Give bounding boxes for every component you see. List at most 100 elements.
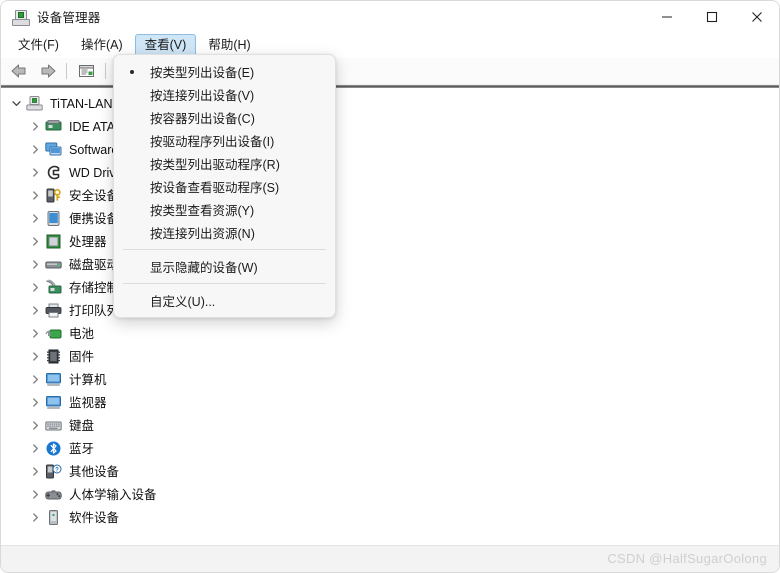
menu-option-show-hidden-devices[interactable]: 显示隐藏的设备(W): [114, 255, 335, 278]
minimize-button[interactable]: [644, 1, 689, 32]
menu-option-label: 按连接列出资源(N): [150, 227, 255, 241]
hid-icon: [45, 486, 62, 503]
device-manager-window: 设备管理器 文件(F) 操作(A) 查看(V) 帮助(H) TiTAN-LAN …: [0, 0, 780, 573]
chevron-right-icon[interactable]: [28, 414, 43, 437]
tree-item-other-device[interactable]: ? 其他设备: [1, 460, 779, 483]
menu-option-label: 按设备查看驱动程序(S): [150, 181, 280, 195]
status-bar: [1, 545, 779, 572]
menu-option-list-by-connection[interactable]: 按连接列出设备(V): [114, 83, 335, 106]
tree-item-keyboard[interactable]: 键盘: [1, 414, 779, 437]
tree-item-label: 监视器: [69, 395, 107, 410]
other-device-icon: ?: [45, 463, 62, 480]
menu-option-label: 自定义(U)...: [150, 295, 216, 309]
storage-controller-icon: [45, 279, 62, 296]
chevron-right-icon[interactable]: [28, 460, 43, 483]
minimize-icon: [661, 15, 672, 18]
chevron-right-icon[interactable]: [28, 322, 43, 345]
menu-option-list-by-container[interactable]: 按容器列出设备(C): [114, 106, 335, 129]
close-button[interactable]: [734, 1, 779, 32]
properties-button[interactable]: [73, 60, 99, 82]
portable-device-icon: [45, 210, 62, 227]
print-queue-icon: [45, 302, 62, 319]
tree-item-label: 电池: [69, 326, 95, 341]
security-device-icon: [45, 187, 62, 204]
tree-item-label: 软件设备: [69, 510, 120, 525]
computer-root-icon: [26, 95, 43, 112]
ide-ata-icon: [45, 118, 62, 135]
chevron-right-icon[interactable]: [28, 299, 43, 322]
tree-item-software-device[interactable]: 软件设备: [1, 506, 779, 529]
chevron-right-icon[interactable]: [28, 184, 43, 207]
menu-option-label: 按类型查看资源(Y): [150, 204, 255, 218]
tree-item-label: 计算机: [69, 372, 107, 387]
firmware-icon: [45, 348, 62, 365]
chevron-right-icon[interactable]: [28, 391, 43, 414]
tree-item-label: IDE ATA/: [69, 119, 119, 134]
menu-separator-1: [123, 249, 326, 250]
tree-item-label: Software: [69, 142, 119, 157]
tree-item-hid[interactable]: 人体学输入设备: [1, 483, 779, 506]
chevron-right-icon[interactable]: [28, 253, 43, 276]
maximize-icon: [706, 11, 717, 22]
svg-text:?: ?: [55, 467, 59, 473]
menu-separator-2: [123, 283, 326, 284]
chevron-right-icon[interactable]: [28, 207, 43, 230]
title-bar-left: 设备管理器: [1, 7, 644, 26]
tree-item-monitor[interactable]: 监视器: [1, 391, 779, 414]
chevron-right-icon[interactable]: [28, 161, 43, 184]
tree-item-label: 安全设备: [69, 188, 120, 203]
tree-item-firmware[interactable]: 固件: [1, 345, 779, 368]
chevron-right-icon[interactable]: [28, 276, 43, 299]
device-manager-icon: [12, 9, 30, 26]
menu-option-resources-by-connection[interactable]: 按连接列出资源(N): [114, 221, 335, 244]
tree-item-label: 磁盘驱动: [69, 257, 120, 272]
tree-item-label: 其他设备: [69, 464, 120, 479]
menu-option-drivers-by-type[interactable]: 按类型列出驱动程序(R): [114, 152, 335, 175]
menu-option-resources-by-type[interactable]: 按类型查看资源(Y): [114, 198, 335, 221]
chevron-right-icon[interactable]: [28, 115, 43, 138]
forward-button[interactable]: [34, 60, 60, 82]
tree-item-computer[interactable]: 计算机: [1, 368, 779, 391]
tree-item-label: 处理器: [69, 234, 107, 249]
menu-file[interactable]: 文件(F): [8, 34, 69, 57]
view-dropdown-menu: 按类型列出设备(E) 按连接列出设备(V) 按容器列出设备(C) 按驱动程序列出…: [113, 54, 336, 318]
maximize-button[interactable]: [689, 1, 734, 32]
menu-option-label: 按驱动程序列出设备(I): [150, 135, 275, 149]
back-button[interactable]: [6, 60, 32, 82]
chevron-right-icon[interactable]: [28, 345, 43, 368]
tree-item-label: 键盘: [69, 418, 95, 433]
wd-drive-icon: [45, 164, 62, 181]
close-icon: [751, 11, 762, 22]
tree-item-label: 蓝牙: [69, 441, 95, 456]
toolbar-separator-2: [105, 63, 106, 79]
menu-option-customize[interactable]: 自定义(U)...: [114, 289, 335, 312]
window-title: 设备管理器: [37, 11, 101, 25]
tree-item-battery[interactable]: 电池: [1, 322, 779, 345]
tree-item-label: 存储控制: [69, 280, 120, 295]
chevron-right-icon[interactable]: [28, 506, 43, 529]
keyboard-icon: [45, 417, 62, 434]
chevron-right-icon[interactable]: [28, 230, 43, 253]
chevron-right-icon[interactable]: [28, 483, 43, 506]
tree-root-label: TiTAN-LAN: [50, 96, 113, 111]
forward-icon: [41, 64, 55, 78]
chevron-right-icon[interactable]: [28, 437, 43, 460]
menu-option-label: 按类型列出驱动程序(R): [150, 158, 280, 172]
tree-item-label: 打印队列: [69, 303, 120, 318]
chevron-right-icon[interactable]: [28, 138, 43, 161]
radio-bullet-icon: [130, 70, 134, 74]
tree-item-label: 人体学输入设备: [69, 487, 157, 502]
disk-drive-icon: [45, 256, 62, 273]
tree-item-bluetooth[interactable]: 蓝牙: [1, 437, 779, 460]
chevron-down-icon[interactable]: [9, 92, 24, 115]
chevron-right-icon[interactable]: [28, 368, 43, 391]
menu-option-label: 按连接列出设备(V): [150, 89, 255, 103]
menu-option-list-by-driver[interactable]: 按驱动程序列出设备(I): [114, 129, 335, 152]
window-controls: [644, 1, 779, 32]
processor-icon: [45, 233, 62, 250]
menu-option-drivers-by-device[interactable]: 按设备查看驱动程序(S): [114, 175, 335, 198]
software-device-icon: [45, 141, 62, 158]
menu-option-list-by-type[interactable]: 按类型列出设备(E): [114, 60, 335, 83]
software-component-icon: [45, 509, 62, 526]
tree-item-label: 固件: [69, 349, 95, 364]
